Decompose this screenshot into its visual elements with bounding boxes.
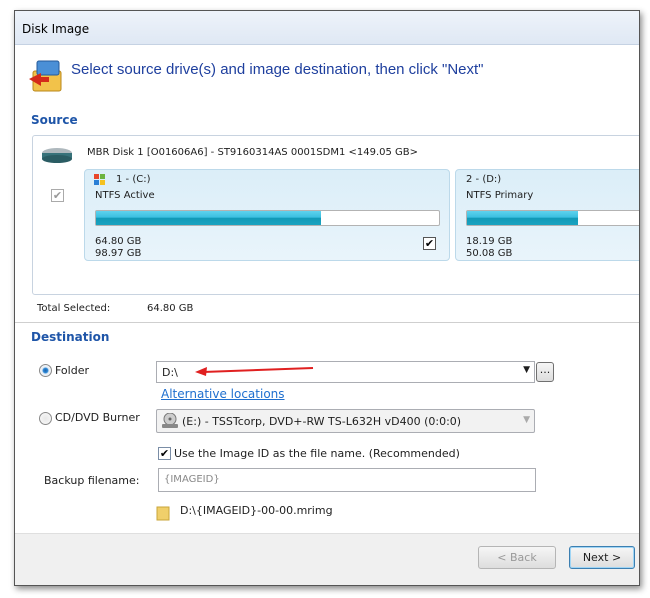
source-section: Source MBR Disk 1 [O01606A6] - ST9160314… — [15, 105, 639, 323]
used-size: 18.19 GB — [466, 236, 513, 247]
total-size: 98.97 GB — [95, 248, 142, 259]
burner-value: (E:) - TSSTcorp, DVD+-RW TS-L632H vD400 … — [182, 415, 462, 428]
partition-type: NTFS Active — [95, 190, 155, 201]
usage-bar-fill — [467, 211, 578, 225]
partition-name: 1 - (C:) — [116, 174, 151, 185]
partition-checkbox[interactable]: ✔ — [423, 237, 436, 250]
folder-radio[interactable] — [39, 364, 52, 377]
hard-disk-icon — [42, 148, 72, 163]
title-bar: Disk Image — [15, 11, 639, 45]
burner-combobox[interactable]: (E:) - TSSTcorp, DVD+-RW TS-L632H vD400 … — [156, 409, 535, 433]
backup-filename-label: Backup filename: — [44, 474, 140, 487]
total-selected-label: Total Selected: — [37, 303, 111, 314]
disk-image-wizard-icon — [29, 60, 62, 92]
usage-bar-fill — [96, 211, 321, 225]
next-button[interactable]: Next > — [569, 546, 635, 569]
total-selected-value: 64.80 GB — [147, 303, 194, 314]
disk-image-window: Disk Image Select source drive(s) and im… — [14, 10, 640, 586]
partition-c[interactable]: 1 - (C:) NTFS Active 64.80 GB 98.97 GB ✔ — [84, 169, 450, 261]
disk-description: MBR Disk 1 [O01606A6] - ST9160314AS 0001… — [87, 147, 419, 158]
disk-panel: MBR Disk 1 [O01606A6] - ST9160314AS 0001… — [32, 135, 639, 295]
dropdown-arrow-icon[interactable]: ▼ — [523, 365, 530, 375]
red-arrow-annotation — [195, 367, 314, 376]
resulting-path: D:\{IMAGEID}-00-00.mrimg — [180, 504, 333, 517]
window-title: Disk Image — [22, 22, 90, 36]
windows-logo-icon — [94, 174, 105, 185]
source-label: Source — [31, 113, 78, 127]
divider — [15, 322, 639, 323]
instruction-text: Select source drive(s) and image destina… — [71, 61, 484, 78]
dropdown-arrow-icon: ▼ — [523, 415, 530, 425]
back-button[interactable]: < Back — [478, 546, 556, 569]
cd-dvd-radio[interactable] — [39, 412, 52, 425]
partition-name: 2 - (D:) — [466, 174, 502, 185]
disk-checkbox[interactable]: ✔ — [51, 189, 64, 202]
total-size: 50.08 GB — [466, 248, 513, 259]
header: Select source drive(s) and image destina… — [15, 45, 639, 105]
browse-button[interactable]: ... — [536, 362, 554, 382]
use-image-id-label: Use the Image ID as the file name. (Reco… — [174, 447, 460, 460]
usage-bar — [95, 210, 440, 226]
folder-combobox[interactable]: D:\ ▼ — [156, 361, 535, 383]
partition-type: NTFS Primary — [466, 190, 534, 201]
destination-label: Destination — [31, 330, 110, 344]
alternative-locations-link[interactable]: Alternative locations — [161, 387, 285, 401]
used-size: 64.80 GB — [95, 236, 142, 247]
use-image-id-checkbox[interactable]: ✔ — [158, 447, 171, 460]
cd-dvd-label: CD/DVD Burner — [55, 411, 140, 424]
folder-label: Folder — [55, 364, 89, 377]
folder-value: D:\ — [162, 366, 178, 379]
backup-filename-value: {IMAGEID} — [164, 474, 220, 485]
backup-filename-input[interactable]: {IMAGEID} — [158, 468, 536, 492]
button-bar: < Back Next > — [15, 533, 639, 585]
usage-bar — [466, 210, 639, 226]
folder-icon — [156, 506, 170, 521]
partition-d[interactable]: 2 - (D:) NTFS Primary 18.19 GB 50.08 GB — [455, 169, 639, 261]
optical-drive-icon — [162, 413, 178, 428]
